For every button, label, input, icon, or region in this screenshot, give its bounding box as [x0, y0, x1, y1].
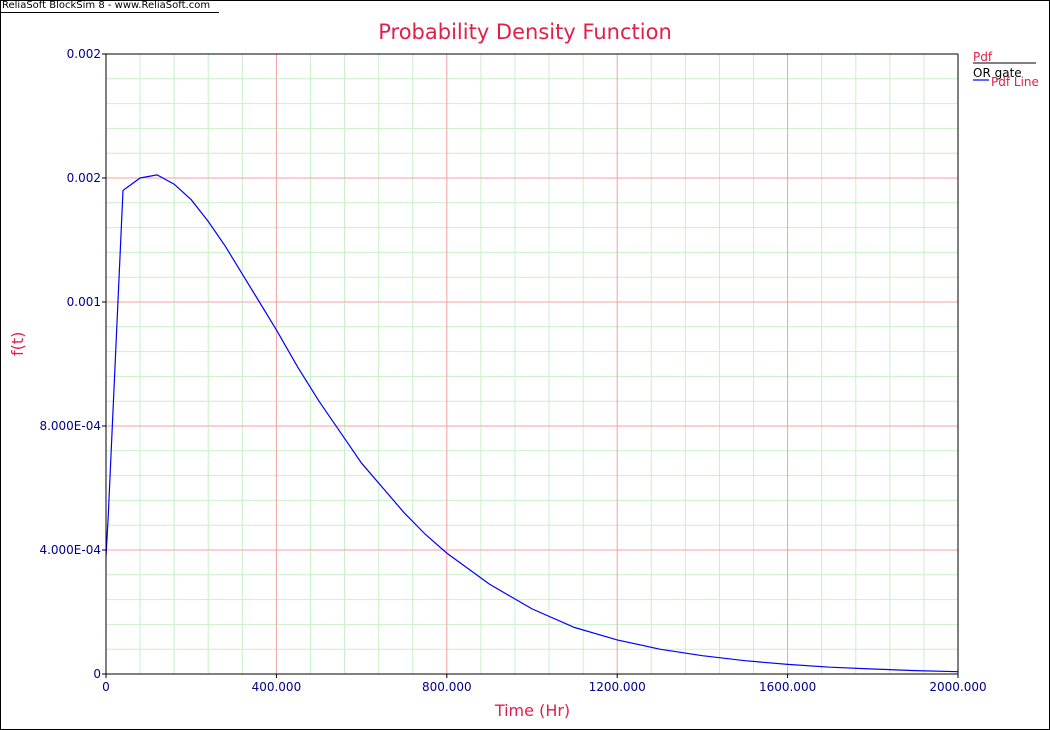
- x-tick-label: 0: [102, 680, 110, 694]
- x-tick-label: 1200.000: [589, 680, 646, 694]
- axes: [102, 53, 959, 678]
- legend: PdfOR gatePdf Line: [973, 50, 1039, 89]
- y-tick-label: 4.000E-04: [39, 543, 101, 557]
- minor-grid: [106, 54, 958, 674]
- x-tick-label: 2000.000: [929, 680, 986, 694]
- series-layer: [105, 174, 959, 673]
- major-grid: [106, 54, 958, 674]
- legend-title: Pdf: [973, 50, 993, 64]
- x-tick-label: 1600.000: [759, 680, 816, 694]
- y-tick-label: 0.001: [67, 295, 101, 309]
- y-tick-label: 0.002: [67, 47, 101, 61]
- y-tick-label: 0.002: [67, 171, 101, 185]
- y-tick-label: 8.000E-04: [39, 419, 101, 433]
- plot-area: 0 400.000 800.000 1200.000 1600.000 2000.000 0…: [39, 47, 1039, 694]
- legend-entry-pdf-line: Pdf Line: [991, 75, 1039, 89]
- x-tick-label: 400.000: [252, 680, 302, 694]
- y-tick-label: 0: [93, 667, 101, 681]
- tick-labels: 0 400.000 800.000 1200.000 1600.000 2000.000 0…: [39, 47, 986, 694]
- pdf-line-series: [105, 174, 959, 673]
- x-tick-label: 800.000: [422, 680, 472, 694]
